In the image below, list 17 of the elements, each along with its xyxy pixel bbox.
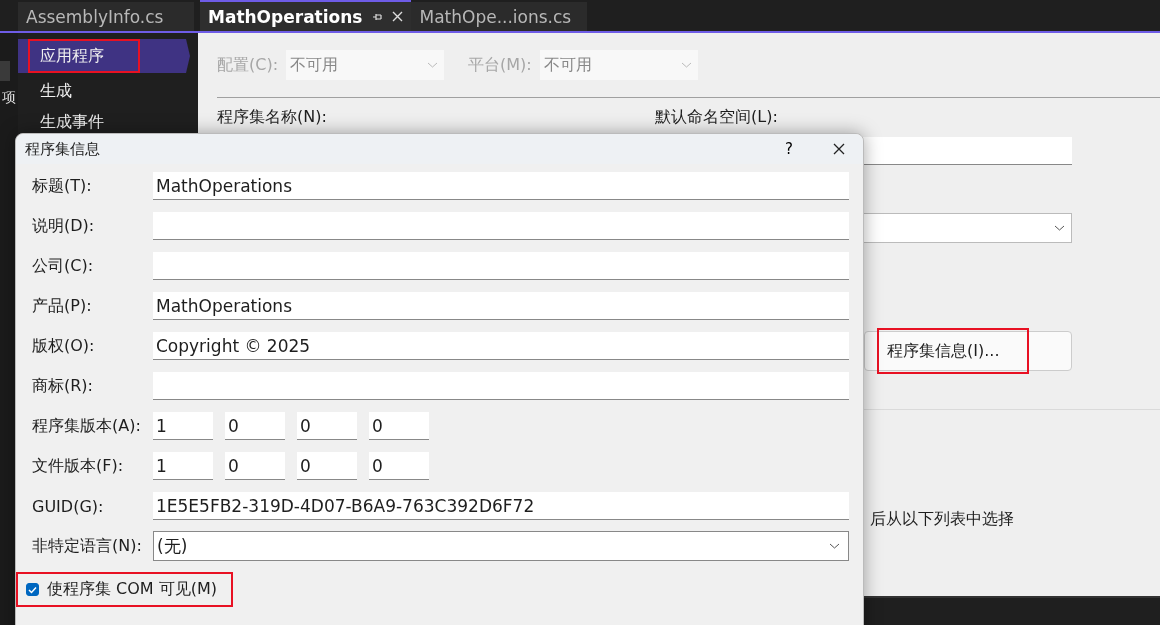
field-label: 公司(C): <box>32 255 95 277</box>
selector-label: 平台(M): <box>468 54 532 76</box>
field-label: 文件版本(F): <box>32 455 125 477</box>
field-label: 说明(D): <box>32 215 96 237</box>
panel-label: 项 <box>2 89 16 107</box>
field-label: 标题(T): <box>32 175 93 197</box>
field-label: 产品(P): <box>32 295 93 317</box>
field-label: 版权(O): <box>32 335 96 357</box>
dialog-title: 程序集信息 <box>25 139 100 159</box>
instruction-text: 后从以下列表中选择 <box>870 509 1014 528</box>
field-label: 商标(R): <box>32 375 94 397</box>
field-label: 程序集版本(A): <box>32 415 142 437</box>
field-label: 非特定语言(N): <box>32 535 143 557</box>
field-label: GUID(G): <box>32 496 105 516</box>
field-label: 程序集名称(N): <box>217 107 328 128</box>
selector-label: 配置(C): <box>217 54 279 76</box>
field-label: 默认命名空间(L): <box>655 107 778 128</box>
